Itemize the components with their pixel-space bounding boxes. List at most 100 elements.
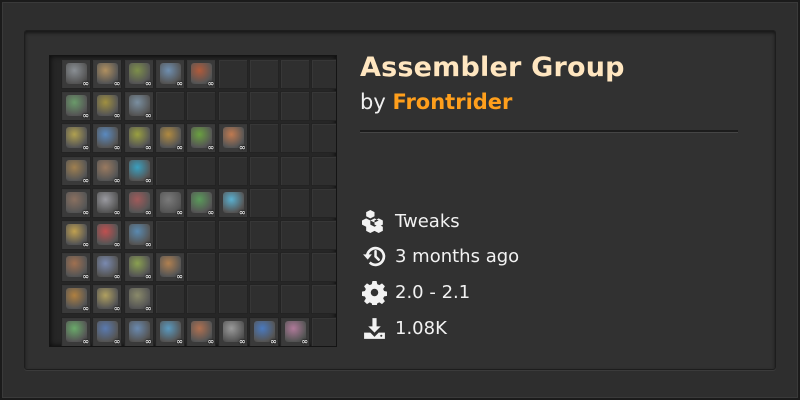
recipe-slot: ∞ — [123, 316, 154, 346]
infinity-badge: ∞ — [82, 272, 89, 282]
infinity-badge: ∞ — [113, 207, 121, 217]
empty-slot — [280, 252, 311, 283]
category-row[interactable]: Tweaks — [362, 208, 460, 234]
empty-slot — [217, 91, 248, 122]
empty-slot — [311, 252, 336, 283]
infinity-badge: ∞ — [144, 336, 152, 346]
recipe-slot: ∞ — [61, 316, 91, 346]
empty-slot — [311, 220, 336, 250]
infinity-badge: ∞ — [238, 143, 246, 153]
recipe-slot: ∞ — [92, 284, 123, 315]
empty-slot — [186, 252, 217, 283]
infinity-badge: ∞ — [176, 272, 183, 282]
cubes-icon — [362, 209, 383, 233]
empty-slot — [311, 284, 336, 315]
empty-slot — [280, 284, 311, 315]
version-label: 2.0 - 2.1 — [395, 281, 471, 303]
recipe-slot: ∞ — [154, 187, 185, 218]
recipe-slot: ∞ — [92, 316, 123, 346]
infinity-badge: ∞ — [144, 143, 152, 153]
download-icon — [364, 317, 385, 339]
infinity-badge: ∞ — [144, 175, 152, 185]
recipe-slot: ∞ — [123, 59, 154, 89]
empty-slot — [154, 91, 185, 122]
infinity-badge: ∞ — [82, 336, 89, 346]
infinity-badge: ∞ — [207, 79, 215, 88]
recipe-slot: ∞ — [186, 123, 217, 154]
recipe-slot: ∞ — [61, 123, 91, 154]
empty-slot — [248, 187, 279, 218]
empty-slot — [248, 252, 279, 283]
empty-slot — [186, 155, 217, 186]
infinity-badge: ∞ — [82, 111, 89, 121]
infinity-badge: ∞ — [113, 240, 121, 249]
recipe-slot: ∞ — [123, 284, 154, 315]
infinity-badge: ∞ — [207, 143, 215, 153]
infinity-badge: ∞ — [238, 336, 246, 346]
by-prefix: by — [360, 90, 393, 114]
infinity-badge: ∞ — [176, 143, 183, 153]
author-link[interactable]: Frontrider — [392, 90, 512, 114]
empty-slot — [280, 123, 311, 154]
byline: by Frontrider — [360, 90, 512, 114]
recipe-slot: ∞ — [217, 187, 248, 218]
infinity-badge: ∞ — [176, 336, 183, 346]
empty-slot — [217, 155, 248, 186]
recipe-slot: ∞ — [123, 123, 154, 154]
infinity-badge: ∞ — [113, 175, 121, 185]
recipe-slot: ∞ — [186, 59, 217, 89]
infinity-badge: ∞ — [82, 304, 89, 314]
mod-thumbnail[interactable]: ∞ ∞ ∞ ∞ ∞ ∞ ∞ ∞ ∞ ∞ ∞ ∞ ∞ ∞ ∞ ∞ ∞ ∞ ∞ ∞ ∞ ∞ ∞ ∞ ∞ ∞ ∞ ∞ ∞ ∞ ∞ ∞ ∞ ∞ ∞ ∞ ∞ ∞ ∞ ∞… — [49, 55, 337, 347]
recipe-slot: ∞ — [92, 252, 123, 283]
recipe-slot: ∞ — [123, 91, 154, 122]
history-icon — [363, 246, 386, 266]
empty-slot — [248, 220, 279, 250]
infinity-badge: ∞ — [207, 336, 215, 346]
category-label: Tweaks — [395, 210, 460, 232]
empty-slot — [186, 91, 217, 122]
recipe-slot: ∞ — [280, 316, 311, 346]
recipe-slot: ∞ — [154, 252, 185, 283]
empty-slot — [186, 284, 217, 315]
downloads-label: 1.08K — [395, 317, 447, 339]
empty-slot — [248, 59, 279, 89]
empty-slot — [280, 155, 311, 186]
empty-slot — [311, 187, 336, 218]
recipe-slot: ∞ — [92, 91, 123, 122]
divider — [360, 130, 738, 133]
infinity-badge: ∞ — [113, 304, 121, 314]
recipe-slot: ∞ — [123, 187, 154, 218]
recipe-slot: ∞ — [217, 123, 248, 154]
recipe-slot: ∞ — [123, 252, 154, 283]
infinity-badge: ∞ — [144, 272, 152, 282]
recipe-slot: ∞ — [248, 316, 279, 346]
infinity-badge: ∞ — [82, 207, 89, 217]
empty-slot — [248, 123, 279, 154]
infinity-badge: ∞ — [144, 240, 152, 249]
recipe-slot: ∞ — [123, 220, 154, 250]
empty-slot — [154, 220, 185, 250]
recipe-slot: ∞ — [61, 91, 91, 122]
empty-slot — [280, 91, 311, 122]
updated-row: 3 months ago — [362, 243, 519, 269]
recipe-slot: ∞ — [61, 59, 91, 89]
recipe-slot: ∞ — [61, 220, 91, 250]
infinity-badge: ∞ — [144, 79, 152, 88]
infinity-badge: ∞ — [113, 79, 121, 88]
recipe-slot: ∞ — [92, 59, 123, 89]
recipe-slot: ∞ — [92, 123, 123, 154]
infinity-badge: ∞ — [176, 207, 183, 217]
mod-title[interactable]: Assembler Group — [360, 52, 625, 83]
infinity-badge: ∞ — [113, 336, 121, 346]
version-row: 2.0 - 2.1 — [362, 279, 470, 305]
empty-slot — [186, 220, 217, 250]
empty-slot — [154, 155, 185, 186]
recipe-slot: ∞ — [154, 59, 185, 89]
infinity-badge: ∞ — [82, 143, 89, 153]
empty-slot — [311, 316, 336, 346]
empty-slot — [154, 284, 185, 315]
infinity-badge: ∞ — [207, 207, 215, 217]
downloads-row: 1.08K — [362, 315, 447, 341]
empty-slot — [217, 252, 248, 283]
recipe-slot: ∞ — [92, 155, 123, 186]
